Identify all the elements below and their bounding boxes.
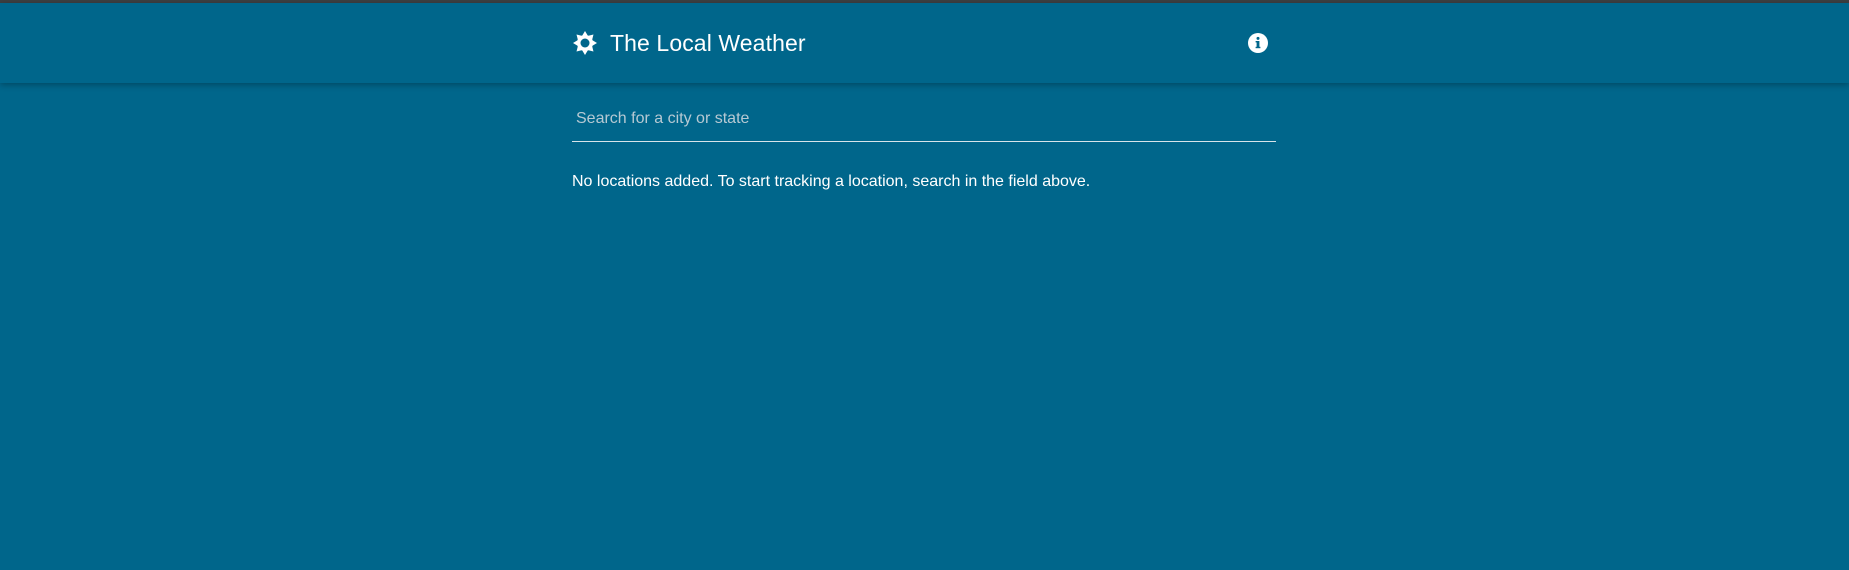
search-input[interactable] — [572, 101, 1276, 137]
sun-icon — [572, 30, 598, 56]
brand: The Local Weather — [572, 30, 806, 57]
empty-locations-message: No locations added. To start tracking a … — [572, 173, 1091, 190]
search-field — [572, 101, 1276, 142]
info-icon[interactable] — [1246, 31, 1270, 55]
app-bar-content: The Local Weather — [572, 3, 1276, 83]
app-title: The Local Weather — [610, 29, 806, 56]
